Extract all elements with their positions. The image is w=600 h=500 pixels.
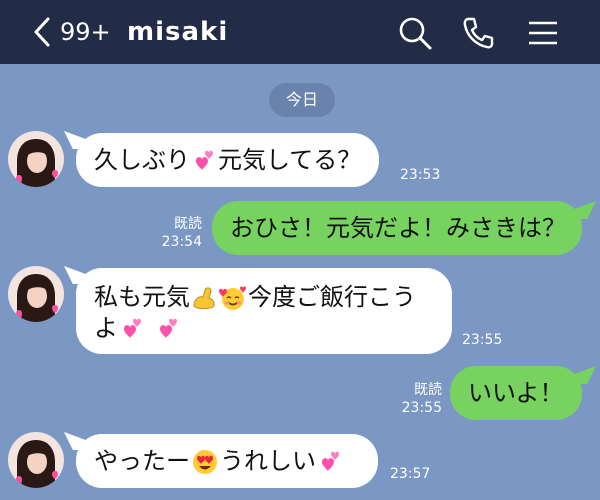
smiling-face-with-hearts-emoji-icon [219,286,246,310]
read-receipt: 既読 [414,382,442,398]
message-time: 23:54 [161,234,202,250]
message-bubble-incoming[interactable]: やったー うれしい [76,434,378,488]
two-hearts-emoji-icon [160,318,177,338]
bubble-tail [574,366,596,384]
contact-name: misaki [127,17,229,47]
message-text: やったー [94,447,190,475]
message-line: よ [94,313,434,343]
two-hearts-emoji-icon [322,451,339,471]
message-time: 23:55 [462,332,503,348]
message-bubble-outgoing[interactable]: いいよ！ [450,366,582,420]
message-bubble-incoming[interactable]: 久しぶり 元気してる？ [76,133,380,187]
message-text: 久しぶり [94,146,190,174]
contact-avatar[interactable] [8,131,64,187]
chat-header: 99+ misaki [0,0,600,64]
message-time: 23:55 [401,400,442,416]
menu-icon[interactable] [524,14,562,52]
date-divider: 今日 [269,83,335,117]
message-text: 私も元気 [94,283,190,311]
message-bubble-incoming[interactable]: 私も元気 今度ご飯行こう よ [76,268,452,354]
two-hearts-emoji-icon [124,318,141,338]
flexed-biceps-emoji-icon [193,287,215,310]
chat-screen: 99+ misaki 今日 久しぶり 元気してる？ 23:53 既読 23:54 … [0,0,600,500]
heart-eyes-face-emoji-icon [193,450,217,474]
message-text: うれしい [220,447,316,475]
contact-avatar[interactable] [8,432,64,488]
contact-avatar[interactable] [8,266,64,322]
message-bubble-outgoing[interactable]: おひさ！元気だよ！みさきは？ [212,201,582,255]
search-icon[interactable] [396,14,434,52]
two-hearts-emoji-icon [196,150,213,170]
message-text: 今度ご飯行こう [248,283,416,311]
back-chevron-icon[interactable] [30,16,56,48]
phone-icon[interactable] [459,14,497,52]
message-text: よ [94,314,118,342]
unread-count[interactable]: 99+ [60,16,111,48]
message-time: 23:53 [400,167,441,183]
message-time: 23:57 [390,466,431,482]
message-text: 元気してる？ [218,146,362,174]
message-line: 私も元気 今度ご飯行こう [94,282,434,313]
read-receipt: 既読 [174,216,202,232]
bubble-tail [574,201,596,219]
